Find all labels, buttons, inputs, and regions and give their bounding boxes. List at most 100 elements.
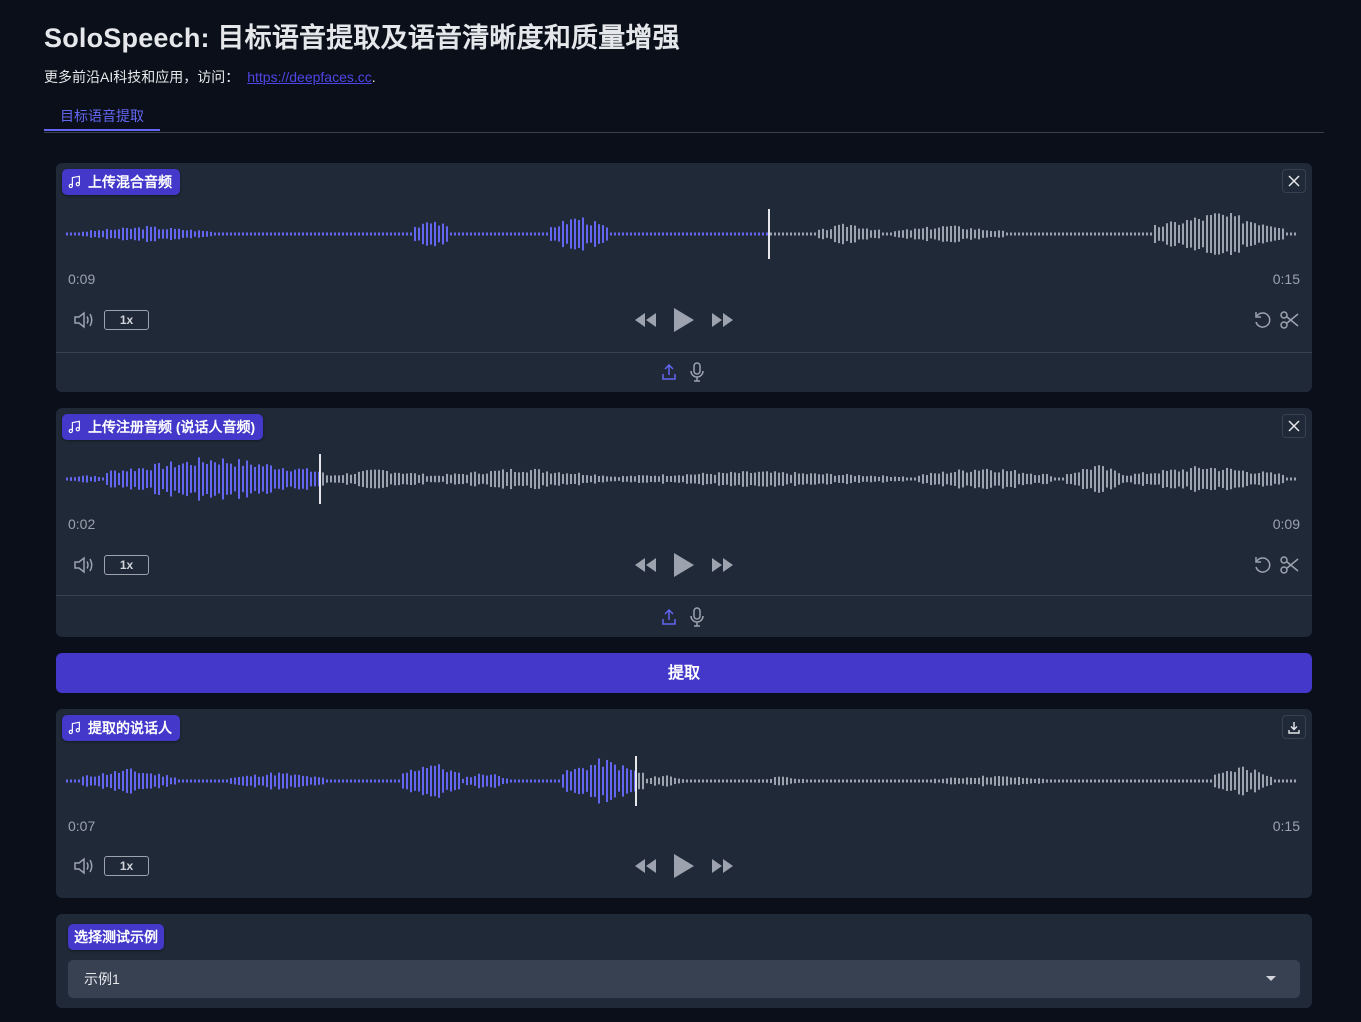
waveform-bar: [106, 228, 108, 240]
waveform-bar: [1210, 214, 1212, 254]
waveform-bar: [906, 779, 908, 783]
microphone-icon[interactable]: [689, 607, 705, 627]
deepfaces-link[interactable]: https://deepfaces.cc: [247, 69, 372, 85]
waveform-bar: [466, 474, 468, 484]
waveform-bar: [814, 232, 816, 236]
waveform-bar: [434, 221, 436, 247]
waveform-bar: [642, 475, 644, 483]
waveform-bar: [562, 774, 564, 788]
waveform-bar: [710, 779, 712, 783]
waveform-bar: [478, 473, 480, 485]
waveform-bar: [482, 774, 484, 788]
subtitle-suffix: .: [371, 69, 376, 85]
waveform-bar: [402, 473, 404, 485]
waveform-bar: [194, 231, 196, 237]
waveform-bar: [818, 229, 820, 239]
rewind-icon[interactable]: [634, 557, 658, 573]
playhead-cursor[interactable]: [319, 454, 321, 504]
waveform-bar: [498, 470, 500, 488]
waveform-bar: [570, 474, 572, 484]
fast-forward-icon[interactable]: [710, 858, 734, 874]
upload-icon[interactable]: [661, 363, 677, 381]
waveform-bar: [854, 779, 856, 783]
playback-rate-button[interactable]: 1x: [104, 310, 149, 330]
waveform-bar: [958, 226, 960, 242]
waveform-bar: [866, 228, 868, 240]
clear-button[interactable]: [1282, 169, 1306, 193]
extract-button[interactable]: 提取: [56, 653, 1312, 693]
waveform-bar: [1094, 779, 1096, 783]
waveform-bar: [1150, 473, 1152, 485]
mix-audio-panel: 上传混合音频 0:09 0:15 1x: [56, 163, 1312, 392]
waveform-bar: [142, 468, 144, 490]
waveform-bar: [1078, 472, 1080, 486]
waveform-bar: [242, 776, 244, 786]
waveform-bar: [974, 469, 976, 489]
waveform[interactable]: [66, 751, 1298, 811]
volume-icon[interactable]: [72, 554, 96, 576]
waveform-bar: [226, 232, 228, 236]
undo-icon[interactable]: [1253, 556, 1273, 574]
play-icon[interactable]: [673, 307, 695, 333]
playback-rate-button[interactable]: 1x: [104, 856, 149, 876]
waveform-bar: [894, 231, 896, 237]
fast-forward-icon[interactable]: [710, 557, 734, 573]
waveform-bar: [1238, 215, 1240, 253]
playhead-cursor[interactable]: [635, 756, 637, 806]
waveform-bar: [862, 779, 864, 783]
waveform-bar: [646, 778, 648, 784]
waveform-bar: [566, 224, 568, 244]
waveform-bar: [426, 476, 428, 482]
waveform-bar: [598, 475, 600, 483]
waveform-bar: [858, 475, 860, 483]
tab-target-speech-extraction[interactable]: 目标语音提取: [44, 101, 160, 131]
download-button[interactable]: [1282, 715, 1306, 739]
playback-rate-button[interactable]: 1x: [104, 555, 149, 575]
waveform-bar: [818, 474, 820, 484]
waveform-bar: [1226, 467, 1228, 491]
waveform-bar: [326, 779, 328, 783]
waveform-bar: [474, 471, 476, 487]
waveform-bar: [626, 768, 628, 794]
waveform-bar: [714, 474, 716, 484]
waveform-bar: [418, 770, 420, 792]
waveform-bar: [202, 462, 204, 496]
waveform-bar: [354, 232, 356, 236]
rewind-icon[interactable]: [634, 858, 658, 874]
scissors-icon[interactable]: [1280, 556, 1300, 574]
waveform-bar: [530, 470, 532, 488]
waveform-bar: [398, 232, 400, 236]
play-icon[interactable]: [673, 853, 695, 879]
scissors-icon[interactable]: [1280, 311, 1300, 329]
playhead-cursor[interactable]: [768, 209, 770, 259]
playback-controls: 1x: [56, 551, 1312, 579]
waveform-bar: [714, 232, 716, 236]
waveform[interactable]: [66, 449, 1298, 509]
volume-icon[interactable]: [72, 309, 96, 331]
rewind-icon[interactable]: [634, 312, 658, 328]
waveform-bar: [706, 779, 708, 783]
upload-icon[interactable]: [661, 608, 677, 626]
waveform-bar: [122, 227, 124, 241]
undo-icon[interactable]: [1253, 311, 1273, 329]
waveform-bar: [78, 476, 80, 482]
waveform-bar: [482, 474, 484, 484]
microphone-icon[interactable]: [689, 362, 705, 382]
waveform-bar: [1230, 771, 1232, 791]
example-select[interactable]: 示例1: [68, 960, 1300, 998]
waveform-bar: [358, 471, 360, 487]
waveform-bar: [334, 779, 336, 783]
selected-example: 示例1: [84, 971, 120, 987]
play-icon[interactable]: [673, 552, 695, 578]
waveform-bar: [710, 474, 712, 484]
fast-forward-icon[interactable]: [710, 312, 734, 328]
waveform-bar: [1246, 221, 1248, 247]
waveform-bar: [1098, 465, 1100, 493]
waveform-bar: [1186, 220, 1188, 248]
waveform-bar: [826, 473, 828, 485]
waveform-bar: [1114, 779, 1116, 783]
clear-button[interactable]: [1282, 414, 1306, 438]
waveform[interactable]: [66, 204, 1298, 264]
waveform-bar: [970, 777, 972, 785]
volume-icon[interactable]: [72, 855, 96, 877]
